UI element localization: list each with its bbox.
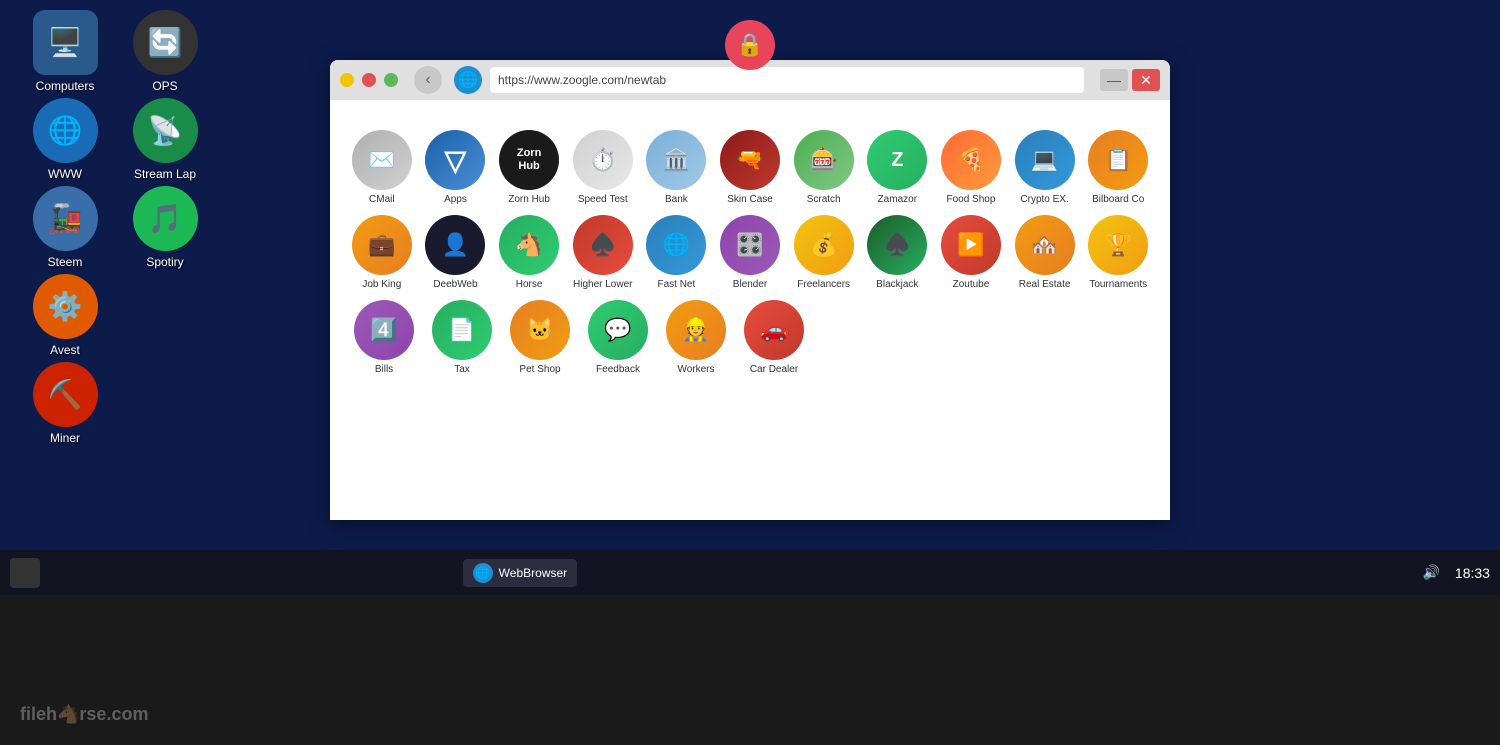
- url-text: https://www.zoogle.com/newtab: [498, 73, 666, 87]
- steem-label: Steem: [48, 255, 83, 269]
- computers-icon: 🖥️: [33, 10, 98, 75]
- spotiry-label: Spotiry: [146, 255, 183, 269]
- app-bank[interactable]: 🏛️ Bank: [645, 130, 709, 205]
- app-speedtest[interactable]: ⏱️ Speed Test: [571, 130, 635, 205]
- app-blender[interactable]: 🎛️ Blender: [718, 215, 782, 290]
- app-apps[interactable]: ▽ Apps: [424, 130, 488, 205]
- desktop-icon-spotiry[interactable]: 🎵 Spotiry: [120, 186, 210, 269]
- avest-icon: ⚙️: [33, 274, 98, 339]
- miner-icon: ⛏️: [33, 362, 98, 427]
- app-bills[interactable]: 4️⃣ Bills: [350, 300, 418, 375]
- window-maximize-button[interactable]: [384, 73, 398, 87]
- app-higherlower[interactable]: ♠️ Higher Lower: [571, 215, 635, 290]
- taskbar: 🌐 WebBrowser 🔊 18:33: [0, 550, 1500, 595]
- window-minimize-button[interactable]: [340, 73, 354, 87]
- app-cryptoex[interactable]: 💻 Crypto EX.: [1013, 130, 1077, 205]
- www-label: WWW: [48, 167, 82, 181]
- app-petshop[interactable]: 🐱 Pet Shop: [506, 300, 574, 375]
- app-realestate[interactable]: 🏘️ Real Estate: [1013, 215, 1077, 290]
- back-button[interactable]: ‹: [414, 66, 442, 94]
- app-workers[interactable]: 👷 Workers: [662, 300, 730, 375]
- desktop-icon-www[interactable]: 🌐 WWW: [20, 98, 110, 181]
- taskbar-globe-icon: 🌐: [473, 563, 493, 583]
- app-row-1: ✉️ CMail ▽ Apps ZornHub Zorn Hub ⏱️ Spee…: [350, 130, 1150, 205]
- desktop-icon-streamlap[interactable]: 📡 Stream Lap: [120, 98, 210, 181]
- bottom-bar: fileh🐴rse.com: [0, 595, 1500, 745]
- app-tax[interactable]: 📄 Tax: [428, 300, 496, 375]
- taskbar-browser-label: WebBrowser: [499, 566, 567, 580]
- desktop-icons: 🖥️ Computers 🔄 OPS 🌐 WWW 📡 Stream Lap 🚂 …: [20, 10, 210, 445]
- app-row-2: 💼 Job King 👤 DeebWeb 🐴 Horse ♠️ Higher L…: [350, 215, 1150, 290]
- desktop-icon-miner[interactable]: ⛏️ Miner: [20, 362, 110, 445]
- desktop-icon-avest[interactable]: ⚙️ Avest: [20, 274, 110, 357]
- desktop: 🔒 🖥️ Computers 🔄 OPS 🌐 WWW 📡 Stream Lap: [0, 0, 1500, 745]
- window-x-button[interactable]: ✕: [1132, 69, 1160, 91]
- window-close-button[interactable]: [362, 73, 376, 87]
- app-row-3: 4️⃣ Bills 📄 Tax 🐱 Pet Shop 💬 Feedback: [350, 300, 1150, 375]
- app-cardealer[interactable]: 🚗 Car Dealer: [740, 300, 808, 375]
- desktop-icon-steem[interactable]: 🚂 Steem: [20, 186, 110, 269]
- desktop-icon-computers[interactable]: 🖥️ Computers: [20, 10, 110, 93]
- app-foodshop[interactable]: 🍕 Food Shop: [939, 130, 1003, 205]
- globe-icon: 🌐: [454, 66, 482, 94]
- app-fastnet[interactable]: 🌐 Fast Net: [645, 215, 709, 290]
- app-billboard[interactable]: 📋 Bilboard Co: [1086, 130, 1150, 205]
- app-jobking[interactable]: 💼 Job King: [350, 215, 414, 290]
- app-scratch[interactable]: 🎰 Scratch: [792, 130, 856, 205]
- app-feedback[interactable]: 💬 Feedback: [584, 300, 652, 375]
- window-shrink-button[interactable]: —: [1100, 69, 1128, 91]
- browser-content: ✉️ CMail ▽ Apps ZornHub Zorn Hub ⏱️ Spee…: [330, 100, 1170, 520]
- app-zamazor[interactable]: Z Zamazor: [865, 130, 929, 205]
- app-tournaments[interactable]: 🏆 Tournaments: [1086, 215, 1150, 290]
- watermark-text: fileh🐴rse.com: [20, 704, 148, 725]
- app-grid: ✉️ CMail ▽ Apps ZornHub Zorn Hub ⏱️ Spee…: [350, 130, 1150, 375]
- steem-icon: 🚂: [33, 186, 98, 251]
- app-deepweb[interactable]: 👤 DeebWeb: [424, 215, 488, 290]
- www-icon: 🌐: [33, 98, 98, 163]
- volume-icon[interactable]: 🔊: [1422, 564, 1439, 581]
- app-blackjack[interactable]: ♠️ Blackjack: [865, 215, 929, 290]
- browser-window: ‹ 🌐 https://www.zoogle.com/newtab — ✕ ✉️…: [330, 60, 1170, 520]
- lock-icon: 🔒: [725, 20, 775, 70]
- app-cmail[interactable]: ✉️ CMail: [350, 130, 414, 205]
- taskbar-start[interactable]: [10, 558, 40, 588]
- app-zoutube[interactable]: ▶️ Zoutube: [939, 215, 1003, 290]
- app-skincase[interactable]: 🔫 Skin Case: [718, 130, 782, 205]
- miner-label: Miner: [50, 431, 80, 445]
- clock: 18:33: [1455, 565, 1490, 581]
- streamlap-label: Stream Lap: [134, 167, 196, 181]
- ops-icon: 🔄: [133, 10, 198, 75]
- taskbar-browser-item[interactable]: 🌐 WebBrowser: [463, 559, 577, 587]
- desktop-icon-ops[interactable]: 🔄 OPS: [120, 10, 210, 93]
- ops-label: OPS: [152, 79, 177, 93]
- taskbar-right: 🔊 18:33: [1422, 564, 1489, 581]
- app-zornhub[interactable]: ZornHub Zorn Hub: [497, 130, 561, 205]
- app-horse[interactable]: 🐴 Horse: [497, 215, 561, 290]
- spotiry-icon: 🎵: [133, 186, 198, 251]
- url-bar[interactable]: https://www.zoogle.com/newtab: [490, 67, 1084, 93]
- app-freelancers[interactable]: 💰 Freelancers: [792, 215, 856, 290]
- computers-label: Computers: [36, 79, 95, 93]
- streamlap-icon: 📡: [133, 98, 198, 163]
- avest-label: Avest: [50, 343, 80, 357]
